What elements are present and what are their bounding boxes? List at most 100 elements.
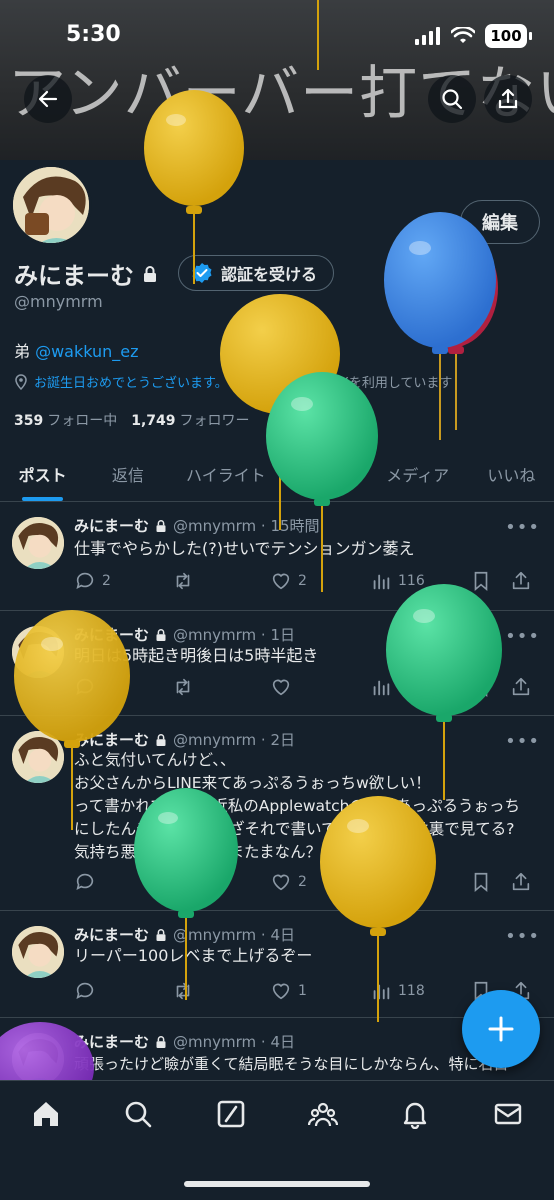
share-icon — [512, 571, 530, 590]
retweet-button[interactable] — [172, 871, 270, 893]
tweet[interactable]: みにまーむ @mnymrm · 1日 ••• 明日は5時起き明後日は5時半起き 8… — [0, 612, 554, 716]
avatar[interactable] — [12, 1033, 64, 1085]
lock-icon — [144, 265, 156, 282]
like-icon — [272, 573, 290, 590]
tab-posts[interactable]: ポスト — [0, 446, 85, 501]
nav-communities[interactable] — [308, 1099, 339, 1133]
following-count: 359 — [14, 413, 44, 429]
display-name: みにまーむ — [14, 256, 158, 291]
views-icon — [373, 574, 390, 590]
follow-stats: 359 フォロー中 1,749 フォロワー — [14, 410, 250, 430]
tab-replies[interactable]: 返信 — [85, 446, 170, 501]
lock-icon — [156, 733, 166, 746]
followers-link[interactable]: 1,749 フォロワー — [131, 410, 249, 430]
birthday-link[interactable]: お誕生日おめでとうございます。 — [34, 372, 228, 391]
tweet-meta: @mnymrm · 4日 — [173, 1033, 295, 1051]
grok-icon — [217, 1100, 245, 1128]
tweet-author: みにまーむ — [74, 626, 150, 644]
bookmark-button[interactable] — [470, 570, 510, 592]
profile-bio: 弟 @wakkun_ez — [14, 338, 139, 362]
tweet-author: みにまーむ — [74, 1033, 150, 1051]
views-button[interactable]: 118 — [370, 980, 470, 1002]
wifi-icon — [451, 27, 475, 43]
like-button[interactable]: 2 — [270, 871, 370, 893]
like-count: 2 — [298, 874, 307, 890]
views-button[interactable]: 88 — [370, 676, 470, 698]
share-icon — [512, 677, 530, 696]
bookmark-button[interactable] — [470, 676, 510, 698]
share-button[interactable] — [484, 75, 532, 123]
nav-search[interactable] — [123, 1099, 153, 1133]
more-icon[interactable]: ••• — [505, 517, 540, 538]
retweet-button[interactable] — [172, 570, 270, 592]
bookmark-icon — [474, 677, 488, 698]
following-link[interactable]: 359 フォロー中 — [14, 410, 117, 430]
share-icon — [498, 88, 518, 109]
retweet-button[interactable] — [172, 980, 270, 1002]
home-indicator[interactable] — [184, 1181, 370, 1187]
get-verified-label: 認証を受ける — [221, 265, 318, 284]
get-verified-button[interactable]: 認証を受ける — [178, 255, 335, 291]
edit-profile-button[interactable]: 編集 — [460, 200, 540, 244]
like-button[interactable]: 2 — [270, 570, 370, 592]
views-button[interactable]: 116 — [370, 570, 470, 592]
nav-home[interactable] — [31, 1099, 61, 1133]
tab-highlights[interactable]: ハイライト — [170, 446, 281, 501]
reply-icon — [76, 678, 94, 695]
views-icon — [373, 680, 390, 696]
nav-grok[interactable] — [216, 1099, 246, 1133]
tweet-author: みにまーむ — [74, 731, 150, 749]
reply-button[interactable]: 2 — [74, 570, 172, 592]
reply-button[interactable] — [74, 980, 172, 1002]
bookmark-icon — [474, 571, 488, 592]
profile-avatar[interactable] — [10, 164, 92, 246]
profile-tabs: ポスト 返信 ハイライト 記事 メディア いいね — [0, 446, 554, 502]
views-button[interactable]: 113 — [370, 871, 470, 893]
tweet-header: みにまーむ @mnymrm · 15時間 — [74, 515, 320, 536]
retweet-button[interactable] — [172, 676, 270, 698]
tweet-meta: @mnymrm · 15時間 — [173, 517, 320, 535]
retweet-icon — [176, 572, 190, 590]
retweet-icon — [176, 678, 190, 696]
avatar[interactable] — [12, 517, 64, 569]
like-count: 2 — [298, 573, 307, 589]
like-button[interactable]: 1 — [270, 980, 370, 1002]
compose-button[interactable] — [462, 990, 540, 1068]
back-button[interactable] — [24, 75, 72, 123]
mail-icon — [494, 1103, 521, 1125]
tab-media[interactable]: メディア — [367, 446, 469, 501]
share-tweet-button[interactable] — [510, 570, 532, 592]
status-icons: 100 — [415, 24, 532, 48]
tweet-text: 仕事でやらかした(?)せいでテンションガン萎え — [74, 539, 415, 558]
views-count: 113 — [398, 874, 425, 890]
share-tweet-button[interactable] — [510, 676, 532, 698]
tweet-text: 明日は5時起き明後日は5時半起き — [74, 646, 319, 665]
share-tweet-button[interactable] — [510, 871, 532, 893]
tab-articles[interactable]: 記事 — [281, 446, 366, 501]
avatar[interactable] — [12, 626, 64, 678]
nav-messages[interactable] — [493, 1099, 523, 1133]
avatar[interactable] — [12, 926, 64, 978]
avatar[interactable] — [12, 731, 64, 783]
tweet-header: みにまーむ @mnymrm · 4日 — [74, 924, 295, 945]
like-button[interactable] — [270, 676, 370, 698]
tweet-header: みにまーむ @mnymrm · 4日 — [74, 1031, 295, 1052]
lock-icon — [156, 1035, 166, 1048]
bookmark-button[interactable] — [470, 871, 510, 893]
retweet-icon — [176, 873, 190, 891]
tweet[interactable]: みにまーむ @mnymrm · 15時間 ••• 仕事でやらかした(?)せいでテン… — [0, 503, 554, 611]
tweet-actions: 88 — [74, 674, 540, 700]
reply-button[interactable] — [74, 676, 172, 698]
bio-mention-link[interactable]: @wakkun_ez — [35, 342, 138, 361]
tweet[interactable]: みにまーむ @mnymrm · 2日 ••• ふと気付いてんけど、、 お父さんから… — [0, 717, 554, 911]
tweet-text: ふと気付いてんけど、、 お父さんからLINE来てあっぷるうぉっちw欲しい！ って… — [74, 751, 520, 861]
tab-likes[interactable]: いいね — [469, 446, 554, 501]
tweet-header: みにまーむ @mnymrm · 1日 — [74, 624, 295, 645]
views-count: 88 — [398, 679, 416, 695]
reply-button[interactable] — [74, 871, 172, 893]
tweet-header: みにまーむ @mnymrm · 2日 — [74, 729, 295, 750]
search-button[interactable] — [428, 75, 476, 123]
nav-notifications[interactable] — [400, 1099, 430, 1133]
tweet-actions: 2 2 116 — [74, 568, 540, 594]
tweet-actions: 2 113 — [74, 869, 540, 895]
